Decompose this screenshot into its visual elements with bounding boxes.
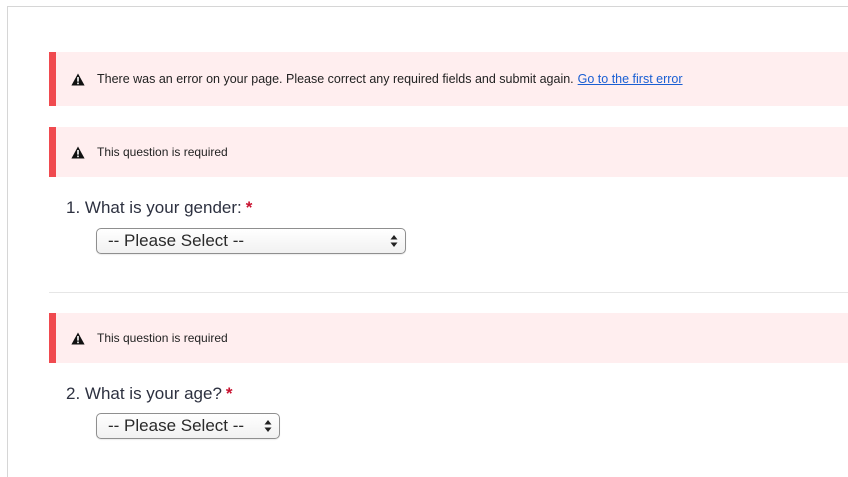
question-2-error-text: This question is required bbox=[97, 331, 228, 345]
question-2-error-alert: This question is required bbox=[49, 313, 848, 363]
go-to-first-error-link[interactable]: Go to the first error bbox=[578, 72, 683, 86]
required-marker: * bbox=[225, 384, 233, 403]
question-1-error-alert: This question is required bbox=[49, 127, 848, 177]
question-1-title: 1. What is your gender: * bbox=[66, 198, 252, 218]
warning-icon bbox=[71, 332, 85, 344]
gender-select[interactable]: -- Please Select -- bbox=[96, 228, 406, 254]
question-1-label: 1. What is your gender: bbox=[66, 198, 242, 217]
survey-page: There was an error on your page. Please … bbox=[0, 0, 848, 477]
age-select[interactable]: -- Please Select -- bbox=[96, 413, 280, 439]
question-2-title: 2. What is your age? * bbox=[66, 384, 233, 404]
question-1-error-text: This question is required bbox=[97, 145, 228, 159]
frame-left-border bbox=[7, 6, 8, 477]
select-arrows-icon bbox=[264, 420, 272, 432]
frame-top-border bbox=[7, 6, 848, 7]
question-2-label: 2. What is your age? bbox=[66, 384, 222, 403]
page-error-alert: There was an error on your page. Please … bbox=[49, 52, 848, 106]
page-error-message: There was an error on your page. Please … bbox=[97, 72, 574, 86]
warning-icon bbox=[71, 146, 85, 158]
question-divider bbox=[49, 292, 848, 293]
age-select-value: -- Please Select -- bbox=[108, 416, 245, 435]
required-marker: * bbox=[245, 198, 253, 217]
warning-icon bbox=[71, 73, 85, 85]
gender-select-value: -- Please Select -- bbox=[108, 231, 245, 250]
select-arrows-icon bbox=[390, 235, 398, 247]
